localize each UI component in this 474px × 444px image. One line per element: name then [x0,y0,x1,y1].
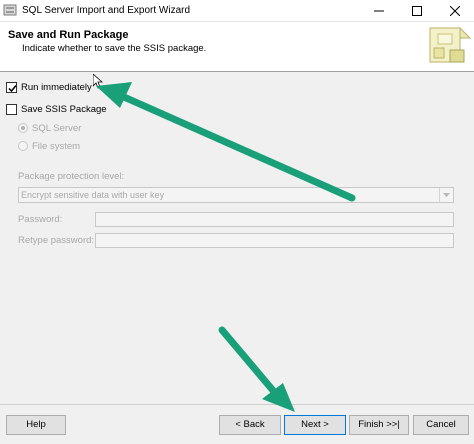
retype-password-label: Retype password: [18,235,95,246]
footer-divider [0,404,474,405]
title-bar: SQL Server Import and Export Wizard [0,0,474,22]
save-ssis-package-checkbox[interactable] [6,104,17,115]
minimize-button[interactable] [360,0,398,22]
next-button[interactable]: Next > [284,415,346,435]
sql-server-radio[interactable] [18,123,28,133]
protection-level-label: Package protection level: [18,171,125,182]
sql-server-option[interactable]: SQL Server [18,122,108,136]
file-system-option[interactable]: File system [18,140,108,154]
wizard-banner-icon [424,22,472,70]
run-immediately-label: Run immediately [21,82,92,93]
back-button[interactable]: < Back [219,415,281,435]
dropdown-arrow[interactable] [439,188,453,202]
chevron-down-icon [443,193,450,197]
wizard-app-icon [3,3,17,17]
save-ssis-package-option[interactable]: Save SSIS Package [6,103,126,117]
sql-server-label: SQL Server [32,123,82,134]
password-input[interactable] [95,212,454,227]
protection-level-select[interactable]: Encrypt sensitive data with user key [18,187,454,203]
maximize-button[interactable] [398,0,436,22]
protection-level-value: Encrypt sensitive data with user key [21,190,165,200]
wizard-header: Save and Run Package Indicate whether to… [0,22,474,72]
page-subtitle: Indicate whether to save the SSIS packag… [22,43,207,54]
arrow-to-run-immediately [96,82,356,202]
close-icon [450,6,460,16]
arrow-to-next-button [218,326,295,412]
cancel-button[interactable]: Cancel [413,415,469,435]
password-label: Password: [18,214,63,225]
close-button[interactable] [436,0,474,22]
help-button[interactable]: Help [6,415,66,435]
window-title: SQL Server Import and Export Wizard [22,5,191,16]
radio-selected-dot [21,126,25,130]
save-ssis-package-label: Save SSIS Package [21,104,107,115]
minimize-icon [374,10,384,12]
page-title: Save and Run Package [8,29,129,41]
mouse-pointer-icon [92,73,104,93]
checkmark-icon [8,85,17,93]
file-system-label: File system [32,141,81,152]
file-system-radio[interactable] [18,141,28,151]
maximize-icon [412,6,422,16]
run-immediately-option[interactable]: Run immediately [6,81,126,95]
run-immediately-checkbox[interactable] [6,82,17,93]
retype-password-input[interactable] [95,233,454,248]
finish-button[interactable]: Finish >>| [349,415,409,435]
